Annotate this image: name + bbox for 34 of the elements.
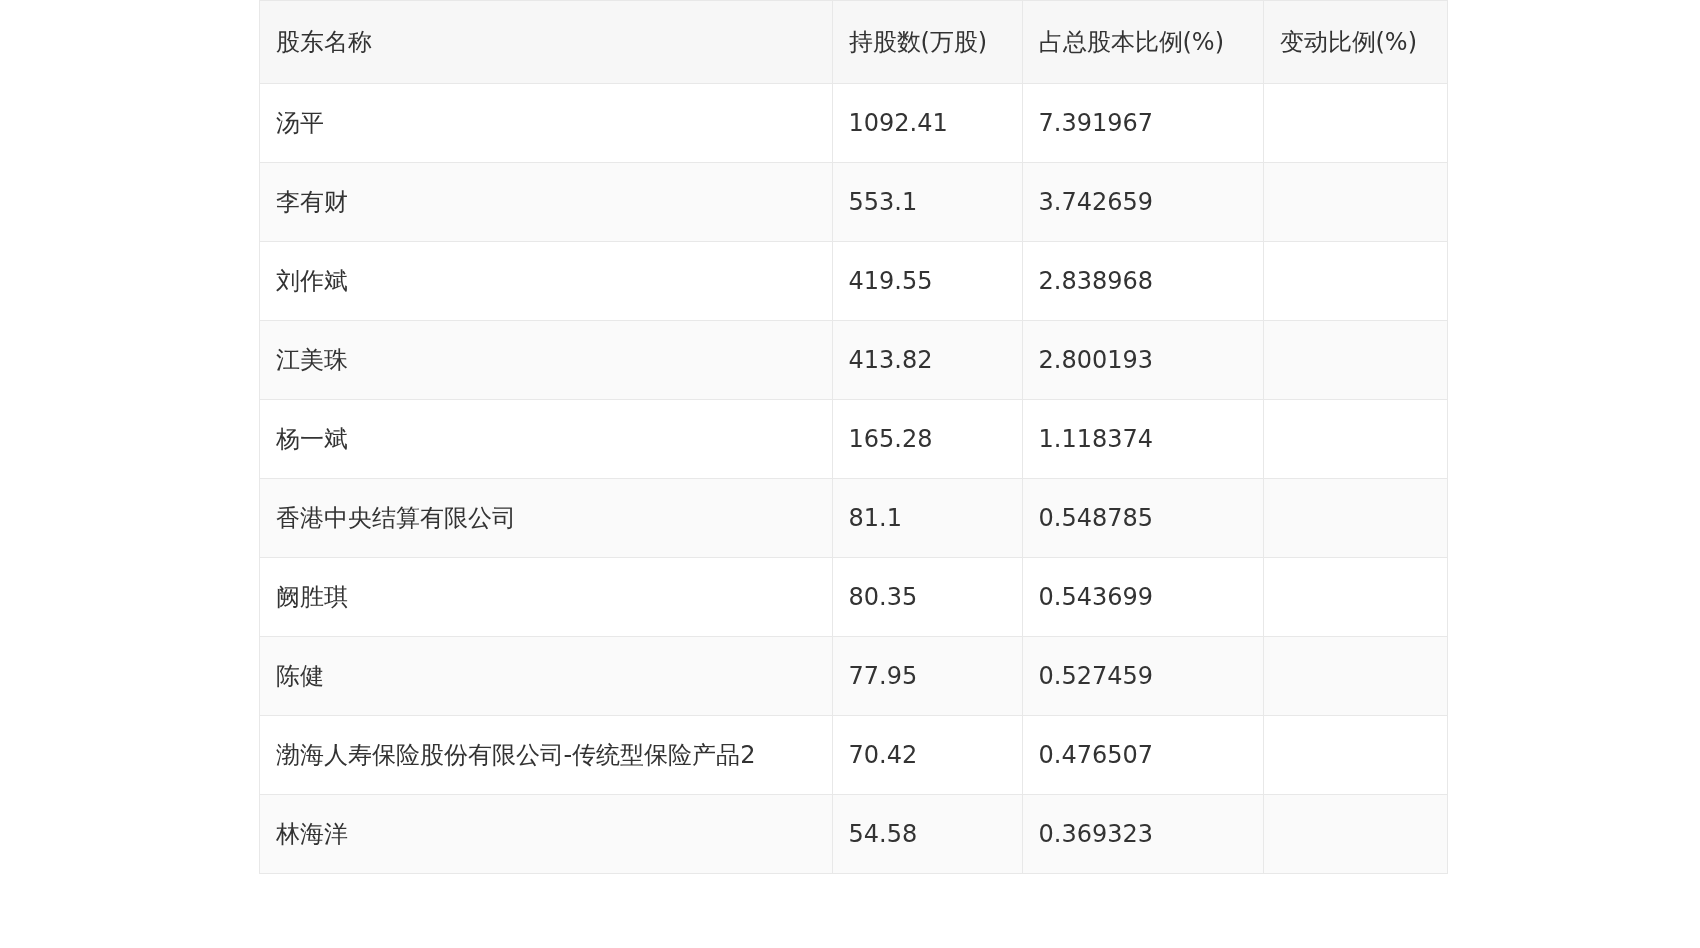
table-cell: 江美珠: [259, 320, 832, 400]
column-header: 股东名称: [259, 0, 832, 84]
column-header: 持股数(万股): [832, 0, 1022, 84]
table-cell: 陈健: [259, 636, 832, 716]
column-header: 变动比例(%): [1263, 0, 1447, 84]
table-cell: 81.1: [832, 478, 1022, 558]
table-cell: 553.1: [832, 162, 1022, 242]
table-cell: 杨一斌: [259, 399, 832, 479]
table-cell: 1092.41: [832, 83, 1022, 163]
table-cell: 0.543699: [1022, 557, 1263, 637]
table-cell: 419.55: [832, 241, 1022, 321]
table-cell: 0.369323: [1022, 794, 1263, 874]
table-cell: 1.118374: [1022, 399, 1263, 479]
table-cell: 70.42: [832, 715, 1022, 795]
table-cell: 香港中央结算有限公司: [259, 478, 832, 558]
table-cell: 7.391967: [1022, 83, 1263, 163]
table-cell: 渤海人寿保险股份有限公司-传统型保险产品2: [259, 715, 832, 795]
table-cell: 80.35: [832, 557, 1022, 637]
table-cell: 林海洋: [259, 794, 832, 874]
table-cell: 汤平: [259, 83, 832, 163]
table-cell: 165.28: [832, 399, 1022, 479]
table-cell: 刘作斌: [259, 241, 832, 321]
table-cell: 0.476507: [1022, 715, 1263, 795]
table-cell: 0.527459: [1022, 636, 1263, 716]
table-cell: 2.800193: [1022, 320, 1263, 400]
table-cell: 阙胜琪: [259, 557, 832, 637]
table-cell: 3.742659: [1022, 162, 1263, 242]
table-cell: 0.548785: [1022, 478, 1263, 558]
table-cell: 54.58: [832, 794, 1022, 874]
table-cell: 2.838968: [1022, 241, 1263, 321]
table-cell: 413.82: [832, 320, 1022, 400]
table-cell: 李有财: [259, 162, 832, 242]
table-cell: 77.95: [832, 636, 1022, 716]
column-header: 占总股本比例(%): [1022, 0, 1263, 84]
